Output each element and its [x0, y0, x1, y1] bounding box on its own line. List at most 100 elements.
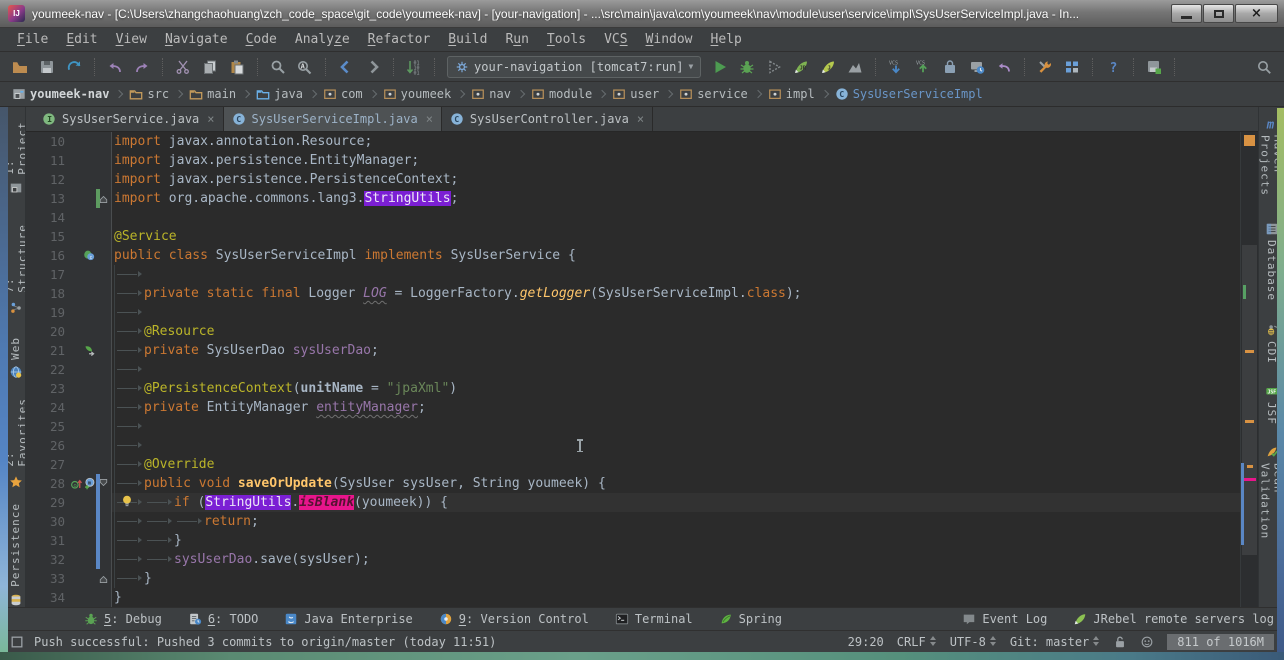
sidebar-item-persistence[interactable]: Persistence [9, 503, 22, 587]
code-line[interactable]: return; [112, 512, 1240, 531]
breadcrumb-item-nav[interactable]: nav [467, 87, 515, 101]
undo-button[interactable] [103, 55, 127, 79]
coverage-button[interactable] [762, 55, 786, 79]
code-line[interactable]: if (StringUtils.isBlank(youmeek)) { [112, 493, 1240, 512]
breadcrumb-item-user[interactable]: user [608, 87, 663, 101]
sidebar-item-web[interactable]: Web [9, 337, 22, 360]
code-line[interactable]: @Resource [112, 322, 1240, 341]
changes-button[interactable] [965, 55, 989, 79]
memory-indicator[interactable]: 811 of 1016M [1167, 634, 1274, 650]
override-icon[interactable]: o [70, 477, 83, 490]
highlighting-level-icon[interactable] [1140, 635, 1154, 649]
toolwindow-button-5--debug[interactable]: 5: Debug [84, 612, 162, 626]
menu-item-navigate[interactable]: Navigate [156, 30, 237, 49]
git-branch-selector[interactable]: Git: master [1010, 635, 1100, 649]
code-line[interactable] [112, 436, 1240, 455]
menu-item-run[interactable]: Run [496, 30, 537, 49]
code-line[interactable]: import javax.persistence.EntityManager; [112, 151, 1240, 170]
breadcrumb-item-sysuserserviceimpl[interactable]: CSysUserServiceImpl [831, 87, 987, 101]
code-line[interactable] [112, 265, 1240, 284]
tab-SysUserService.java[interactable]: ISysUserService.java× [34, 107, 224, 131]
code-line[interactable]: sysUserDao.save(sysUser); [112, 550, 1240, 569]
run-configuration-select[interactable]: your-navigation [tomcat7:run]▼ [447, 56, 701, 78]
code-line[interactable]: @Service [112, 227, 1240, 246]
project-tool-icon[interactable] [9, 181, 23, 195]
vcs-down-button[interactable]: VCS [884, 55, 908, 79]
structure-tool-icon[interactable] [9, 301, 23, 315]
caret-position[interactable]: 29:20 [848, 635, 884, 649]
jrebel-debug-button[interactable]: J [816, 55, 840, 79]
code-line[interactable]: import javax.annotation.Resource; [112, 132, 1240, 151]
breadcrumb-item-src[interactable]: src [125, 87, 173, 101]
forward-button[interactable] [361, 55, 385, 79]
close-button[interactable]: × [1235, 4, 1278, 23]
profile-button[interactable] [843, 55, 867, 79]
back-button[interactable] [334, 55, 358, 79]
code-line[interactable]: @Override [112, 455, 1240, 474]
help-button[interactable]: ? [1101, 55, 1125, 79]
code-line[interactable] [112, 303, 1240, 322]
code-line[interactable]: } [112, 531, 1240, 550]
code-line[interactable]: private SysUserDao sysUserDao; [112, 341, 1240, 360]
settings-button[interactable] [1033, 55, 1057, 79]
maximize-button[interactable] [1203, 4, 1234, 23]
code-line[interactable] [112, 208, 1240, 227]
menu-item-refactor[interactable]: Refactor [359, 30, 440, 49]
tab-SysUserServiceImpl.java[interactable]: CSysUserServiceImpl.java× [224, 107, 442, 131]
project-structure-button[interactable] [1060, 55, 1084, 79]
breadcrumb-item-module[interactable]: module [527, 87, 596, 101]
copy-button[interactable] [198, 55, 222, 79]
search-everywhere-button[interactable] [1252, 55, 1276, 79]
tab-SysUserController.java[interactable]: CSysUserController.java× [442, 107, 653, 131]
code-line[interactable]: private static final Logger LOG = Logger… [112, 284, 1240, 303]
code-line[interactable]: public class SysUserServiceImpl implemen… [112, 246, 1240, 265]
sync-button[interactable] [62, 55, 86, 79]
debug-button[interactable] [735, 55, 759, 79]
toolwindow-button-spring[interactable]: Spring [719, 612, 782, 626]
run-button[interactable] [708, 55, 732, 79]
menu-item-build[interactable]: Build [439, 30, 496, 49]
jrebel-run-button[interactable]: JR [789, 55, 813, 79]
code-line[interactable] [112, 360, 1240, 379]
code-line[interactable]: import org.apache.commons.lang3.StringUt… [112, 189, 1240, 208]
star-icon[interactable] [9, 475, 23, 489]
menu-item-window[interactable]: Window [637, 30, 702, 49]
toolwindow-button-jrebel-remote-servers-log[interactable]: JRebel remote servers log [1073, 612, 1274, 626]
close-icon[interactable]: × [426, 112, 433, 126]
web-tool-icon[interactable] [9, 365, 23, 379]
sort-lines-button[interactable]: 011001 [402, 55, 426, 79]
plugin-save-button[interactable] [1142, 55, 1166, 79]
shelve-button[interactable] [938, 55, 962, 79]
code-line[interactable]: } [112, 569, 1240, 588]
toolwindow-button-9--version-control[interactable]: 9: Version Control [439, 612, 589, 626]
persistence-tool-icon[interactable] [9, 593, 23, 607]
replace-button[interactable]: A [293, 55, 317, 79]
menu-item-vcs[interactable]: VCS [595, 30, 636, 49]
cut-button[interactable] [171, 55, 195, 79]
code-line[interactable]: private EntityManager entityManager; [112, 398, 1240, 417]
save-button[interactable] [35, 55, 59, 79]
editor-area[interactable]: 10import javax.annotation.Resource;11imp… [26, 132, 1240, 607]
bulb-icon[interactable] [120, 494, 134, 508]
toolwindow-button-java-enterprise[interactable]: Java Enterprise [284, 612, 412, 626]
code-line[interactable]: import javax.persistence.PersistenceCont… [112, 170, 1240, 189]
menu-item-edit[interactable]: Edit [57, 30, 106, 49]
rollback-button[interactable] [992, 55, 1016, 79]
toolwindow-button-terminal[interactable]: Terminal [615, 612, 693, 626]
breadcrumb-item-youmeek-nav[interactable]: youmeek-nav [8, 87, 113, 101]
menu-item-code[interactable]: Code [237, 30, 286, 49]
open-button[interactable] [8, 55, 32, 79]
fold-up-icon[interactable] [97, 572, 110, 585]
m-marker-icon[interactable]: m [83, 477, 96, 490]
breadcrumb-item-service[interactable]: service [675, 87, 752, 101]
tool-window-toggle-icon[interactable] [10, 635, 24, 649]
code-line[interactable]: @PersistenceContext(unitName = "jpaXml") [112, 379, 1240, 398]
vcs-up-button[interactable]: VCS [911, 55, 935, 79]
close-icon[interactable]: × [637, 112, 644, 126]
lock-icon[interactable] [1113, 635, 1127, 649]
breadcrumb-item-impl[interactable]: impl [764, 87, 819, 101]
code-line[interactable]: public void saveOrUpdate(SysUser sysUser… [112, 474, 1240, 493]
breadcrumb-item-youmeek[interactable]: youmeek [379, 87, 456, 101]
find-button[interactable] [266, 55, 290, 79]
toolwindow-button-event-log[interactable]: Event Log [962, 612, 1047, 626]
